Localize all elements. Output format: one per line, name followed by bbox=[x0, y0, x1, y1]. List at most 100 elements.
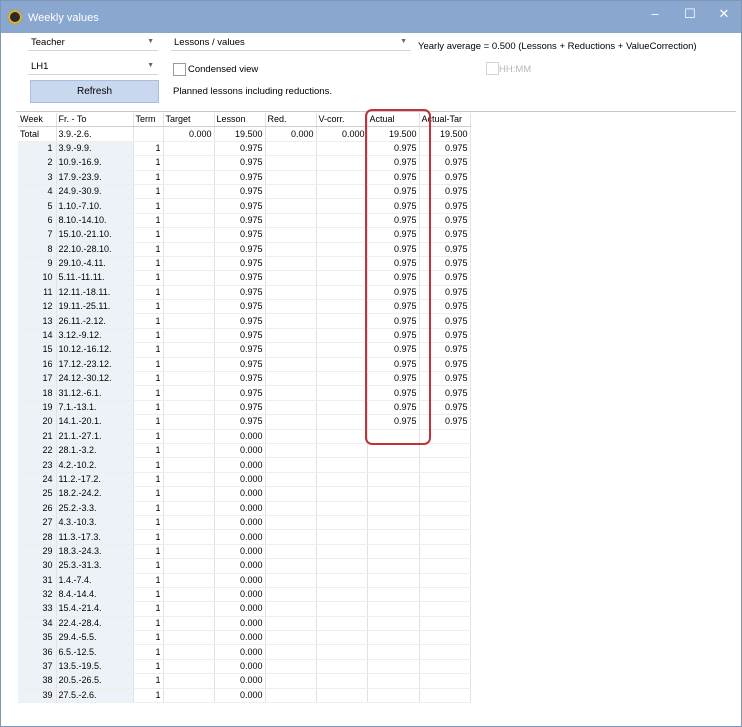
table-row[interactable]: 30 25.3.-31.3. 1 0.000 bbox=[18, 558, 471, 574]
column-header-red[interactable]: Red. bbox=[265, 113, 317, 128]
table-row[interactable]: 32 8.4.-14.4. 1 0.000 bbox=[18, 587, 471, 603]
term-cell: 1 bbox=[133, 429, 164, 444]
actual-target-cell: 0.975 bbox=[419, 213, 471, 229]
date-range-cell: 28.1.-3.2. bbox=[56, 443, 134, 459]
column-header-diff[interactable]: Actual-Tar bbox=[419, 113, 471, 128]
table-row[interactable]: 10 5.11.-11.11. 1 0.975 0.975 0.975 bbox=[18, 270, 471, 286]
actual-cell bbox=[367, 544, 420, 560]
vcorr-cell bbox=[316, 170, 368, 185]
column-header-target[interactable]: Target bbox=[163, 113, 215, 128]
date-range-cell: 17.9.-23.9. bbox=[56, 170, 134, 185]
table-row[interactable]: 33 15.4.-21.4. 1 0.000 bbox=[18, 601, 471, 617]
table-row[interactable]: 9 29.10.-4.11. 1 0.975 0.975 0.975 bbox=[18, 256, 471, 272]
element-type-dropdown[interactable]: Teacher ▼ bbox=[28, 35, 158, 51]
minimize-button[interactable]: ‒ bbox=[643, 5, 667, 23]
table-row[interactable]: 22 28.1.-3.2. 1 0.000 bbox=[18, 443, 471, 459]
title-bar[interactable]: Weekly values ‒ ☐ ✕ bbox=[1, 1, 741, 33]
date-range-cell: 8.10.-14.10. bbox=[56, 213, 134, 229]
actual-cell bbox=[367, 529, 420, 545]
table-row[interactable]: 15 10.12.-16.12. 1 0.975 0.975 0.975 bbox=[18, 342, 471, 358]
table-row[interactable]: 26 25.2.-3.3. 1 0.000 bbox=[18, 501, 471, 516]
date-range-cell: 31.12.-6.1. bbox=[56, 385, 134, 401]
column-header-lesson[interactable]: Lesson bbox=[214, 113, 266, 128]
table-row[interactable]: 4 24.9.-30.9. 1 0.975 0.975 0.975 bbox=[18, 184, 471, 200]
column-header-vcorr[interactable]: V-corr. bbox=[316, 113, 368, 128]
week-cell: 14 bbox=[18, 328, 57, 344]
table-row[interactable]: 16 17.12.-23.12. 1 0.975 0.975 0.975 bbox=[18, 357, 471, 373]
table-row[interactable]: 34 22.4.-28.4. 1 0.000 bbox=[18, 616, 471, 632]
column-header-term[interactable]: Term bbox=[133, 113, 164, 128]
hhmm-label: HH:MM bbox=[499, 64, 532, 75]
date-range-cell: 13.5.-19.5. bbox=[56, 659, 134, 675]
table-row[interactable]: 8 22.10.-28.10. 1 0.975 0.975 0.975 bbox=[18, 242, 471, 257]
column-header-range[interactable]: Fr. - To bbox=[56, 113, 134, 128]
vcorr-cell bbox=[316, 371, 368, 387]
close-button[interactable]: ✕ bbox=[712, 5, 736, 23]
vcorr-cell bbox=[316, 673, 368, 689]
weekly-values-grid[interactable]: Week Fr. - To Term Target Lesson Red. V-corr. A… bbox=[18, 113, 471, 704]
table-row[interactable]: 31 1.4.-7.4. 1 0.000 bbox=[18, 573, 471, 588]
target-cell bbox=[163, 472, 215, 488]
actual-cell bbox=[367, 673, 420, 689]
term-cell: 1 bbox=[133, 299, 164, 315]
table-row[interactable]: 37 13.5.-19.5. 1 0.000 bbox=[18, 659, 471, 675]
table-row[interactable]: 35 29.4.-5.5. 1 0.000 bbox=[18, 630, 471, 646]
table-row[interactable]: 12 19.11.-25.11. 1 0.975 0.975 0.975 bbox=[18, 299, 471, 315]
date-range-cell: 25.3.-31.3. bbox=[56, 558, 134, 574]
table-row[interactable]: 13 26.11.-2.12. 1 0.975 0.975 0.975 bbox=[18, 313, 471, 329]
table-row[interactable]: 21 21.1.-27.1. 1 0.000 bbox=[18, 429, 471, 444]
table-row[interactable]: 38 20.5.-26.5. 1 0.000 bbox=[18, 673, 471, 689]
actual-cell bbox=[367, 443, 420, 459]
vcorr-cell bbox=[316, 357, 368, 373]
red-cell bbox=[265, 170, 317, 185]
view-type-dropdown[interactable]: Lessons / values ▼ bbox=[171, 35, 411, 51]
table-row[interactable]: 3 17.9.-23.9. 1 0.975 0.975 0.975 bbox=[18, 170, 471, 185]
weekly-values-window: Weekly values ‒ ☐ ✕ Teacher ▼ Lessons / … bbox=[0, 0, 742, 727]
table-row[interactable]: 17 24.12.-30.12. 1 0.975 0.975 0.975 bbox=[18, 371, 471, 387]
table-row[interactable]: 18 31.12.-6.1. 1 0.975 0.975 0.975 bbox=[18, 385, 471, 401]
target-cell bbox=[163, 544, 215, 560]
total-row[interactable]: Total 3.9.-2.6. 0.000 19.500 0.000 0.000 19.50… bbox=[18, 126, 471, 142]
actual-cell: 0.975 bbox=[367, 385, 420, 401]
table-row[interactable]: 14 3.12.-9.12. 1 0.975 0.975 0.975 bbox=[18, 328, 471, 344]
yearly-average-label: Yearly average = 0.500 (Lessons + Reduct… bbox=[418, 41, 697, 52]
table-row[interactable]: 25 18.2.-24.2. 1 0.000 bbox=[18, 486, 471, 502]
table-row[interactable]: 6 8.10.-14.10. 1 0.975 0.975 0.975 bbox=[18, 213, 471, 229]
term-cell: 1 bbox=[133, 385, 164, 401]
actual-cell: 0.975 bbox=[367, 371, 420, 387]
table-row[interactable]: 11 12.11.-18.11. 1 0.975 0.975 0.975 bbox=[18, 285, 471, 301]
table-row[interactable]: 1 3.9.-9.9. 1 0.975 0.975 0.975 bbox=[18, 141, 471, 157]
table-row[interactable]: 36 6.5.-12.5. 1 0.000 bbox=[18, 644, 471, 660]
maximize-button[interactable]: ☐ bbox=[678, 5, 702, 23]
hhmm-checkbox[interactable] bbox=[486, 62, 499, 75]
table-row[interactable]: 7 15.10.-21.10. 1 0.975 0.975 0.975 bbox=[18, 227, 471, 243]
red-cell bbox=[265, 227, 317, 243]
table-row[interactable]: 27 4.3.-10.3. 1 0.000 bbox=[18, 515, 471, 531]
condensed-view-checkbox[interactable] bbox=[173, 63, 186, 76]
table-row[interactable]: 5 1.10.-7.10. 1 0.975 0.975 0.975 bbox=[18, 198, 471, 214]
target-cell bbox=[163, 170, 215, 185]
red-cell bbox=[265, 443, 317, 459]
table-row[interactable]: 28 11.3.-17.3. 1 0.000 bbox=[18, 529, 471, 545]
table-row[interactable]: 2 10.9.-16.9. 1 0.975 0.975 0.975 bbox=[18, 155, 471, 171]
lesson-cell: 0.975 bbox=[214, 227, 266, 243]
column-header-week[interactable]: Week bbox=[18, 113, 57, 128]
actual-cell: 0.975 bbox=[367, 141, 420, 157]
column-header-actual[interactable]: Actual bbox=[367, 113, 420, 128]
table-row[interactable]: 24 11.2.-17.2. 1 0.000 bbox=[18, 472, 471, 488]
table-row[interactable]: 20 14.1.-20.1. 1 0.975 0.975 0.975 bbox=[18, 414, 471, 430]
lesson-cell: 0.000 bbox=[214, 457, 266, 473]
term-cell: 1 bbox=[133, 573, 164, 588]
term-cell: 1 bbox=[133, 544, 164, 560]
actual-target-cell: 0.975 bbox=[419, 184, 471, 200]
element-dropdown[interactable]: LH1 ▼ bbox=[28, 59, 158, 75]
target-cell bbox=[163, 443, 215, 459]
red-cell bbox=[265, 472, 317, 488]
table-row[interactable]: 39 27.5.-2.6. 1 0.000 bbox=[18, 688, 471, 704]
table-row[interactable]: 19 7.1.-13.1. 1 0.975 0.975 0.975 bbox=[18, 400, 471, 416]
actual-target-cell: 0.975 bbox=[419, 227, 471, 243]
table-row[interactable]: 29 18.3.-24.3. 1 0.000 bbox=[18, 544, 471, 560]
date-range-cell: 7.1.-13.1. bbox=[56, 400, 134, 416]
refresh-button[interactable]: Refresh bbox=[30, 80, 159, 103]
table-row[interactable]: 23 4.2.-10.2. 1 0.000 bbox=[18, 457, 471, 473]
